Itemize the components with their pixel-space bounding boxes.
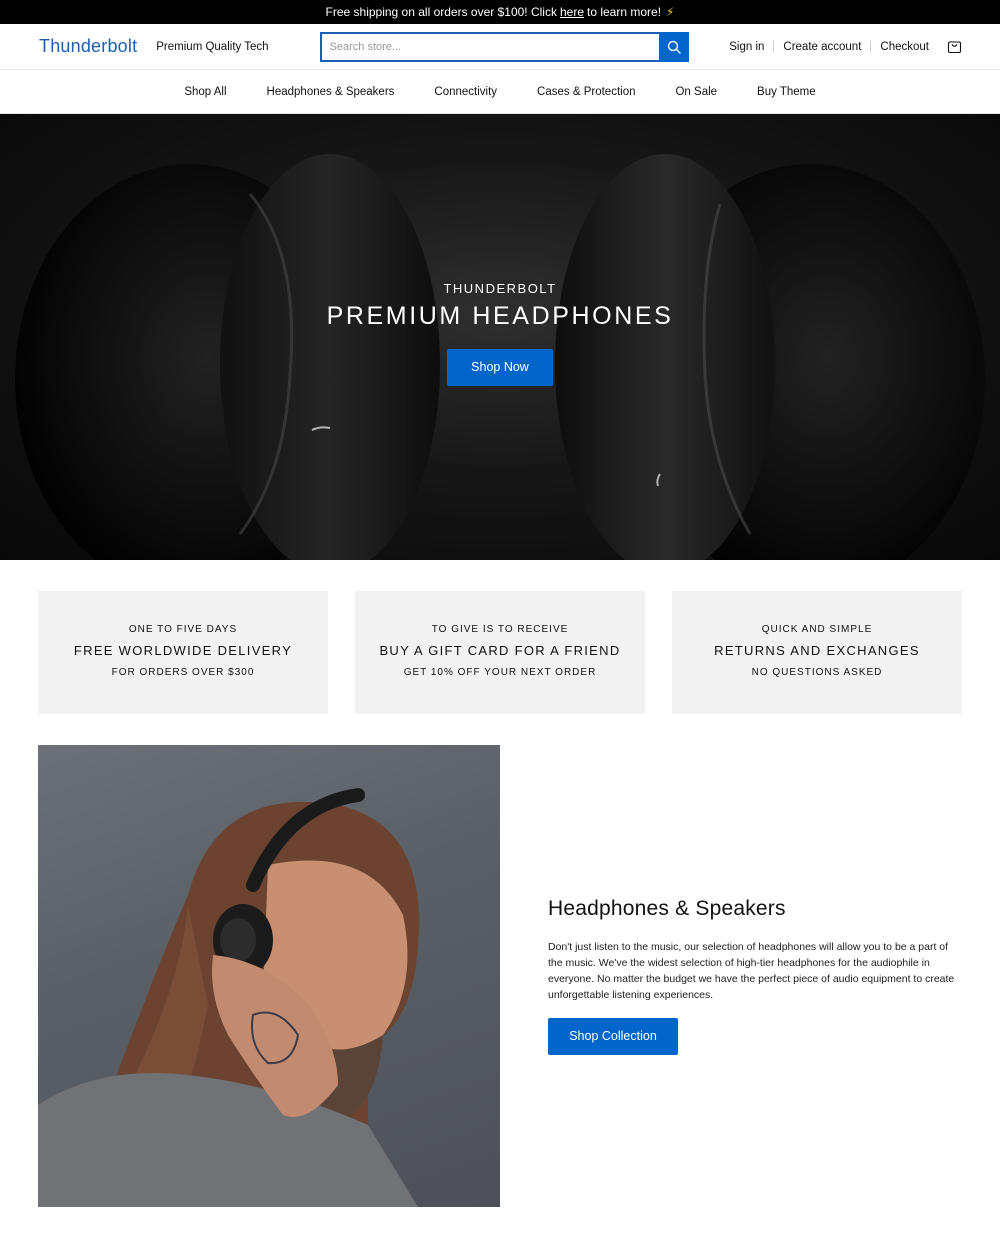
feature-subtitle: GET 10% OFF YOUR NEXT ORDER <box>403 667 597 678</box>
hero-content: THUNDERBOLT PREMIUM HEADPHONES Shop Now <box>0 281 1000 386</box>
feature-title: RETURNS AND EXCHANGES <box>714 643 920 658</box>
account-links: Sign in Create account Checkout <box>729 39 962 55</box>
lightning-bolt-icon: ⚡ <box>666 5 675 19</box>
cart-button[interactable] <box>946 39 962 55</box>
search-bar <box>319 31 689 62</box>
man-with-headphones-image <box>38 745 500 1207</box>
hero-eyebrow: THUNDERBOLT <box>443 281 557 296</box>
feature-title: FREE WORLDWIDE DELIVERY <box>73 643 293 658</box>
nav-item-headphones-speakers[interactable]: Headphones & Speakers <box>267 86 395 98</box>
divider <box>870 41 872 52</box>
feature-gift-card: TO GIVE IS TO RECEIVE BUY A GIFT CARD FO… <box>355 591 645 714</box>
announcement-text-before: Free shipping on all orders over $100! C… <box>325 5 557 19</box>
feature-eyebrow: ONE TO FIVE DAYS <box>128 624 238 635</box>
announcement-link[interactable]: here <box>560 5 584 19</box>
sign-in-link[interactable]: Sign in <box>729 41 764 53</box>
nav-item-cases-protection[interactable]: Cases & Protection <box>537 86 635 98</box>
announcement-bar: Free shipping on all orders over $100! C… <box>0 0 1000 24</box>
search-icon <box>667 40 681 54</box>
promo-illustration <box>38 788 419 1207</box>
promo-text: Headphones & Speakers Don't just listen … <box>548 745 958 1207</box>
promo-title: Headphones & Speakers <box>548 897 786 920</box>
shop-now-button[interactable]: Shop Now <box>447 349 553 386</box>
store-tagline: Premium Quality Tech <box>156 40 269 53</box>
promo-description: Don't just listen to the music, our sele… <box>548 941 955 1001</box>
create-account-link[interactable]: Create account <box>783 41 861 53</box>
feature-delivery: ONE TO FIVE DAYS FREE WORLDWIDE DELIVERY… <box>38 591 328 714</box>
nav-item-buy-theme[interactable]: Buy Theme <box>757 86 816 98</box>
store-logo[interactable]: Thunderbolt <box>39 36 137 57</box>
collection-promo: Headphones & Speakers Don't just listen … <box>0 745 1000 1207</box>
search-input[interactable] <box>319 31 659 62</box>
hero-title: PREMIUM HEADPHONES <box>326 302 674 330</box>
nav-item-connectivity[interactable]: Connectivity <box>434 86 497 98</box>
shopping-bag-icon <box>947 41 961 54</box>
hero-banner: THUNDERBOLT PREMIUM HEADPHONES Shop Now <box>0 114 1000 560</box>
feature-subtitle: FOR ORDERS OVER $300 <box>111 667 255 678</box>
nav-item-shop-all[interactable]: Shop All <box>184 86 226 98</box>
search-button[interactable] <box>658 31 689 62</box>
feature-title: BUY A GIFT CARD FOR A FRIEND <box>379 643 621 658</box>
feature-eyebrow: QUICK AND SIMPLE <box>761 624 873 635</box>
feature-eyebrow: TO GIVE IS TO RECEIVE <box>431 624 569 635</box>
checkout-link[interactable]: Checkout <box>880 41 929 53</box>
feature-subtitle: NO QUESTIONS ASKED <box>751 667 883 678</box>
nav-item-on-sale[interactable]: On Sale <box>675 86 717 98</box>
announcement-text-after: to learn more! <box>587 5 662 19</box>
feature-returns: QUICK AND SIMPLE RETURNS AND EXCHANGES N… <box>672 591 962 714</box>
main-nav: Shop All Headphones & Speakers Connectiv… <box>0 70 1000 114</box>
feature-blocks: ONE TO FIVE DAYS FREE WORLDWIDE DELIVERY… <box>0 591 1000 714</box>
shop-collection-button[interactable]: Shop Collection <box>548 1018 678 1055</box>
divider <box>773 41 775 52</box>
site-header: Thunderbolt Premium Quality Tech Sign in… <box>0 24 1000 70</box>
